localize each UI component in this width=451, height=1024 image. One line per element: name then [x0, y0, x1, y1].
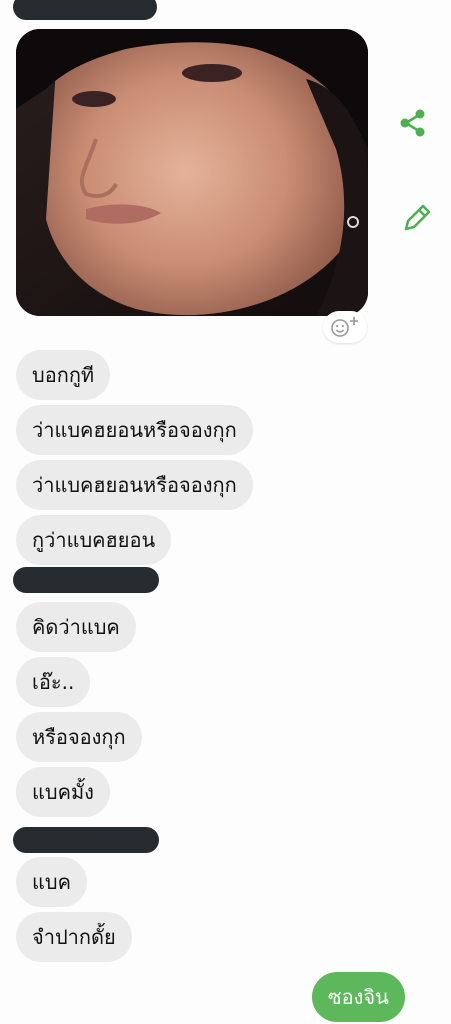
message-text: บอกกูที: [32, 363, 95, 387]
message-bubble[interactable]: แบคมั้ง: [16, 767, 110, 817]
redacted-sender-name: [13, 827, 159, 853]
redacted-sender-name: [13, 0, 157, 20]
message-text: แบคมั้ง: [32, 780, 94, 804]
pencil-icon[interactable]: [400, 201, 434, 235]
message-bubble[interactable]: ว่าแบคฮยอนหรือจองกุก: [16, 460, 253, 510]
message-text: กูว่าแบคฮยอน: [32, 528, 156, 552]
message-bubble[interactable]: กูว่าแบคฮยอน: [16, 515, 172, 565]
message-text: ว่าแบคฮยอนหรือจองกุก: [32, 473, 237, 497]
message-bubble[interactable]: เอ๊ะ..: [16, 657, 91, 707]
message-text: คิดว่าแบค: [32, 615, 120, 639]
message-bubble[interactable]: บอกกูที: [16, 350, 111, 400]
message-bubble[interactable]: หรือจองกุก: [16, 712, 142, 762]
outgoing-message-bubble[interactable]: ซองจิน: [312, 972, 405, 1022]
add-reaction-icon: [331, 317, 358, 337]
message-text: แบค: [32, 870, 71, 894]
photo-message[interactable]: [16, 29, 368, 316]
message-bubble[interactable]: ว่าแบคฮยอนหรือจองกุก: [16, 405, 253, 455]
message-text: หรือจองกุก: [32, 725, 126, 749]
photo-image: [16, 29, 368, 316]
redacted-sender-name: [13, 567, 159, 593]
message-bubble[interactable]: คิดว่าแบค: [16, 602, 136, 652]
message-text: เอ๊ะ..: [32, 670, 75, 694]
add-reaction-button[interactable]: [323, 311, 367, 343]
message-text: ซองจิน: [328, 985, 389, 1009]
share-icon[interactable]: [396, 106, 430, 140]
message-text: ว่าแบคฮยอนหรือจองกุก: [32, 418, 237, 442]
message-bubble[interactable]: จำปากดั้ย: [16, 912, 132, 962]
message-text: จำปากดั้ย: [32, 925, 116, 949]
message-bubble[interactable]: แบค: [16, 857, 87, 907]
